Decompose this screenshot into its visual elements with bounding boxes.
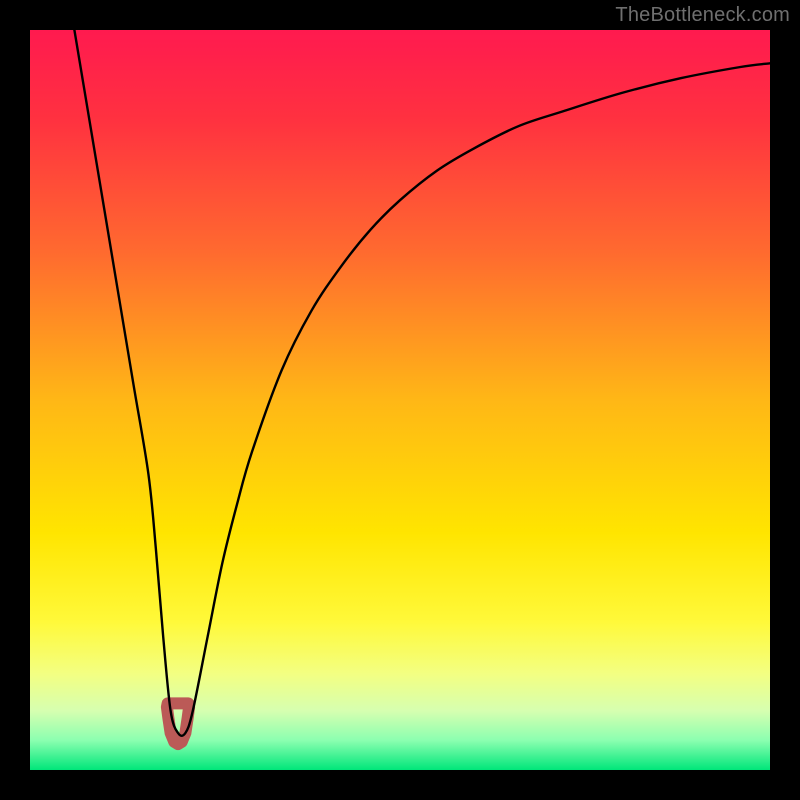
plot-area [30, 30, 770, 770]
chart-frame: TheBottleneck.com [0, 0, 800, 800]
curve-layer [30, 30, 770, 770]
watermark-text: TheBottleneck.com [615, 4, 790, 27]
bottleneck-curve [74, 30, 770, 736]
